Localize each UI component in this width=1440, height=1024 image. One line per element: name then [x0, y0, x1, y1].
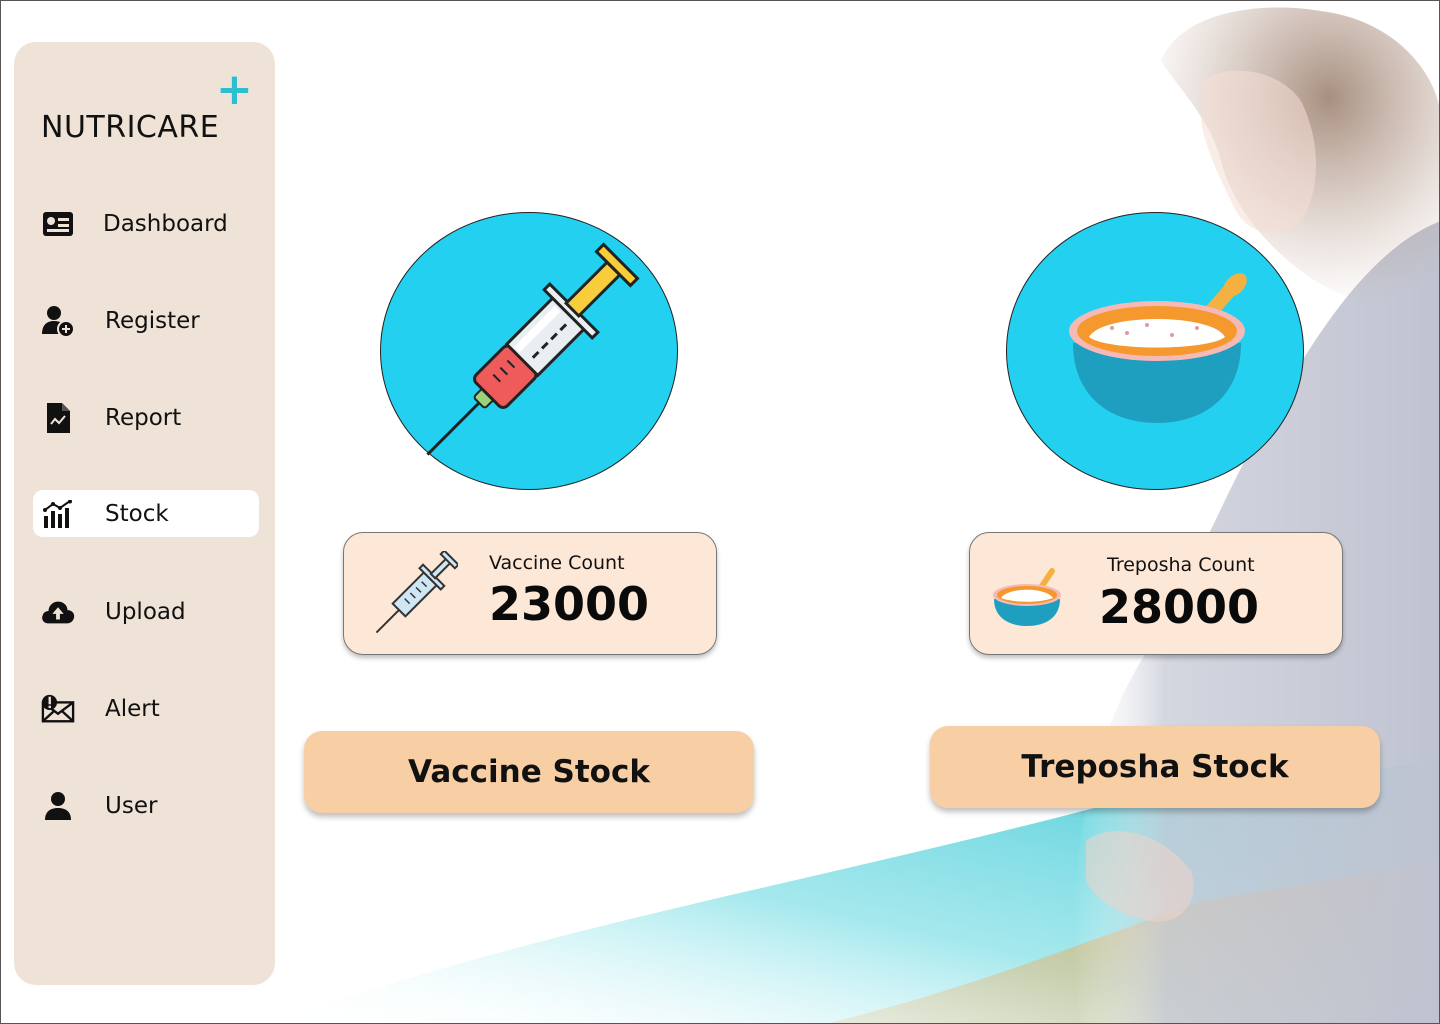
dashboard-icon	[41, 207, 75, 241]
sidebar-item-label: Alert	[105, 695, 160, 722]
sidebar-item-label: Report	[105, 404, 182, 431]
bowl-icon	[1069, 273, 1247, 423]
sidebar-item-alert[interactable]: Alert	[33, 685, 259, 732]
sidebar-item-upload[interactable]: Upload	[33, 588, 259, 635]
sidebar-item-register[interactable]: Register	[33, 297, 259, 344]
treposha-count-value: 28000	[1099, 580, 1260, 634]
cloud-upload-icon	[41, 595, 75, 629]
app-frame: NUTRICARE + Dashboard Register Report St…	[0, 0, 1440, 1024]
vaccine-count-value: 23000	[489, 577, 650, 631]
sidebar-item-report[interactable]: Report	[33, 394, 259, 441]
treposha-stock-button[interactable]: Treposha Stock	[930, 726, 1380, 808]
sidebar: NUTRICARE + Dashboard Register Report St…	[14, 42, 275, 985]
sidebar-item-label: Upload	[105, 598, 186, 625]
syringe-icon	[426, 242, 640, 456]
user-icon	[41, 789, 75, 823]
syringe-icon	[375, 551, 458, 634]
sidebar-item-dashboard[interactable]: Dashboard	[33, 200, 259, 247]
treposha-illustration	[1006, 212, 1304, 490]
report-icon	[41, 401, 75, 435]
vaccine-stock-button[interactable]: Vaccine Stock	[304, 731, 754, 813]
sidebar-item-stock[interactable]: Stock	[33, 490, 259, 537]
treposha-count-label: Treposha Count	[1107, 554, 1255, 576]
alert-mail-icon	[41, 692, 75, 726]
app-logo[interactable]: NUTRICARE	[41, 110, 219, 145]
add-user-icon	[41, 304, 75, 338]
logo-plus-icon: +	[216, 64, 253, 115]
bowl-icon	[993, 568, 1061, 626]
sidebar-item-label: Dashboard	[103, 210, 228, 237]
treposha-count-card: Treposha Count 28000	[969, 532, 1343, 655]
vaccine-count-label: Vaccine Count	[489, 552, 625, 574]
vaccine-illustration	[380, 212, 678, 490]
vaccine-count-card: Vaccine Count 23000	[343, 532, 717, 655]
sidebar-item-user[interactable]: User	[33, 782, 259, 829]
sidebar-item-label: Stock	[105, 500, 169, 527]
stock-chart-icon	[41, 497, 75, 531]
sidebar-item-label: User	[105, 792, 158, 819]
sidebar-item-label: Register	[105, 307, 200, 334]
